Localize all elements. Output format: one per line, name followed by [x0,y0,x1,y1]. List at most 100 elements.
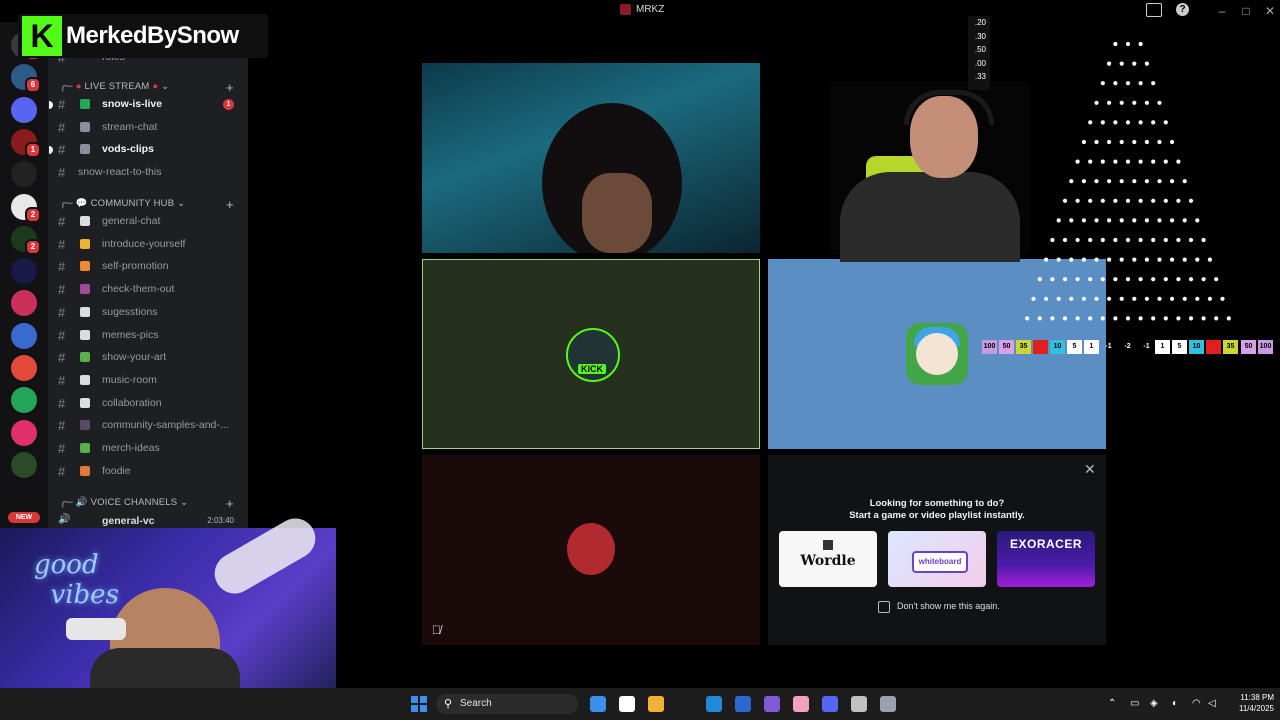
taskbar-app-icon[interactable] [590,696,606,712]
taskbar-app-icon[interactable] [851,696,867,712]
plinko-peg [1188,277,1194,282]
plinko-peg [1151,198,1156,203]
video-tile-4[interactable]: 🎙̸ [422,455,760,645]
server-icon[interactable]: 1 [11,128,41,158]
volume-icon[interactable]: ◁ [1208,698,1216,709]
channel-item[interactable]: # show-your-art [58,348,244,368]
channel-hash-icon: # [58,441,66,456]
server-icon[interactable]: 6 [11,64,41,94]
channel-item[interactable]: # foodie [58,462,244,482]
category-community-hub[interactable]: ╭─ 💬 COMMUNITY HUB ⌄ + [60,197,234,212]
chevron-up-icon[interactable]: ⌃ [1108,698,1116,709]
channel-item[interactable]: # vods-clips [49,140,244,160]
plinko-peg [1138,159,1143,164]
plinko-peg [1044,257,1049,262]
plinko-peg [1176,159,1181,164]
add-channel-icon[interactable]: + [226,197,234,212]
help-icon[interactable]: ? [1176,3,1189,16]
channel-item[interactable]: # music-room [58,371,244,391]
taskbar-search[interactable]: ⚲ Search [436,694,578,714]
taskbar-app-icon[interactable] [793,696,809,712]
inbox-icon[interactable] [1146,3,1162,17]
channel-item[interactable]: # stream-chat [58,118,244,138]
channel-item[interactable]: # check-them-out [58,280,244,300]
server-icon[interactable] [11,161,37,188]
wifi-icon[interactable]: ◠ [1192,698,1201,709]
server-icon[interactable] [11,258,37,285]
channel-hash-icon: # [58,214,66,229]
plinko-peg [1050,316,1055,321]
server-icon[interactable]: 2 [11,193,41,223]
close-icon[interactable]: ✕ [1084,461,1096,478]
activity-card-exoracer[interactable]: EXORACER [997,531,1095,587]
system-clock[interactable]: 11:38 PM 11/4/2025 [1224,692,1274,714]
plinko-peg [1195,296,1200,301]
plinko-peg [1100,316,1105,321]
add-channel-icon[interactable]: + [226,496,234,511]
channel-item[interactable]: # collaboration [58,394,244,414]
server-icon[interactable] [11,355,37,381]
maximize-button[interactable]: □ [1238,3,1254,19]
taskbar-app-icon[interactable] [735,696,751,712]
channel-item[interactable]: # memes-pics [58,326,244,346]
plinko-peg [1075,237,1080,243]
plinko-peg [1050,237,1055,243]
channel-item[interactable]: # snow-is-live 1 [49,95,244,115]
channel-item[interactable]: # merch-ideas [58,439,244,459]
plinko-peg [1119,296,1124,301]
activity-card-whiteboard[interactable]: whiteboard [888,531,986,587]
channel-item[interactable]: # snow-react-to-this [58,163,244,183]
windows-start-icon[interactable] [411,696,427,712]
server-icon[interactable] [11,96,37,123]
plinko-peg [1132,218,1137,223]
server-icon[interactable] [11,322,37,349]
taskbar-app-icon[interactable] [706,696,722,712]
channel-item[interactable]: # general-chat [58,212,244,232]
channel-item[interactable]: # community-samples-and-... [58,416,244,436]
minimize-button[interactable]: – [1214,3,1230,19]
plinko-peg [1113,237,1118,243]
plinko-slot: 50 [1241,340,1256,354]
plinko-peg [1163,120,1168,125]
video-tile-1[interactable] [422,63,760,253]
taskbar-app-icon[interactable] [764,696,780,712]
channel-emoji-icon [80,443,90,453]
server-icon[interactable]: 2 [11,225,41,255]
close-button[interactable]: ✕ [1262,3,1278,19]
add-channel-icon[interactable]: + [226,80,234,95]
plinko-slot: -1 [1105,343,1112,350]
plinko-peg [1081,257,1086,262]
plinko-peg [1157,139,1162,145]
plinko-peg [1100,120,1105,125]
video-tile-2[interactable]: KICK [422,259,760,449]
server-icon[interactable] [11,419,37,446]
plinko-peg [1088,237,1093,243]
channel-hash-icon: # [58,418,66,434]
plinko-peg [1170,139,1175,145]
dont-show-checkbox[interactable] [878,601,890,613]
channel-item[interactable]: # sugesstions [58,303,244,323]
plinko-peg [1132,61,1137,66]
plinko-slot: 50 [999,340,1014,354]
taskbar-app-icon[interactable] [648,696,664,712]
taskbar-app-icon[interactable] [822,696,838,712]
server-icon[interactable] [11,290,37,317]
tray-icon[interactable]: ▭ [1130,698,1139,709]
taskbar-app-icon[interactable] [880,696,896,712]
taskbar-app-icon[interactable] [619,696,635,712]
channel-item[interactable]: # introduce-yourself [58,235,244,255]
plinko-slot: -2 [1124,343,1131,350]
channel-item[interactable]: # self-promotion [58,257,244,277]
plinko-slot: -1 [1143,343,1150,350]
category-live-stream[interactable]: ╭─ ● LIVE STREAM ● ⌄ + [60,80,234,95]
plinko-peg [1195,257,1200,262]
activity-card-wordle[interactable]: Wordle [779,531,877,587]
plinko-peg [1138,120,1143,125]
server-icon[interactable] [11,451,37,478]
plinko-score: .30 [974,31,986,41]
plinko-peg [1144,61,1149,66]
tray-icon[interactable]: ◈ [1150,698,1158,709]
tray-icon[interactable]: ◐ [1172,698,1178,709]
server-icon[interactable] [11,387,37,414]
category-voice-channels[interactable]: ╭─ 🔊 VOICE CHANNELS ⌄ + [60,496,234,511]
